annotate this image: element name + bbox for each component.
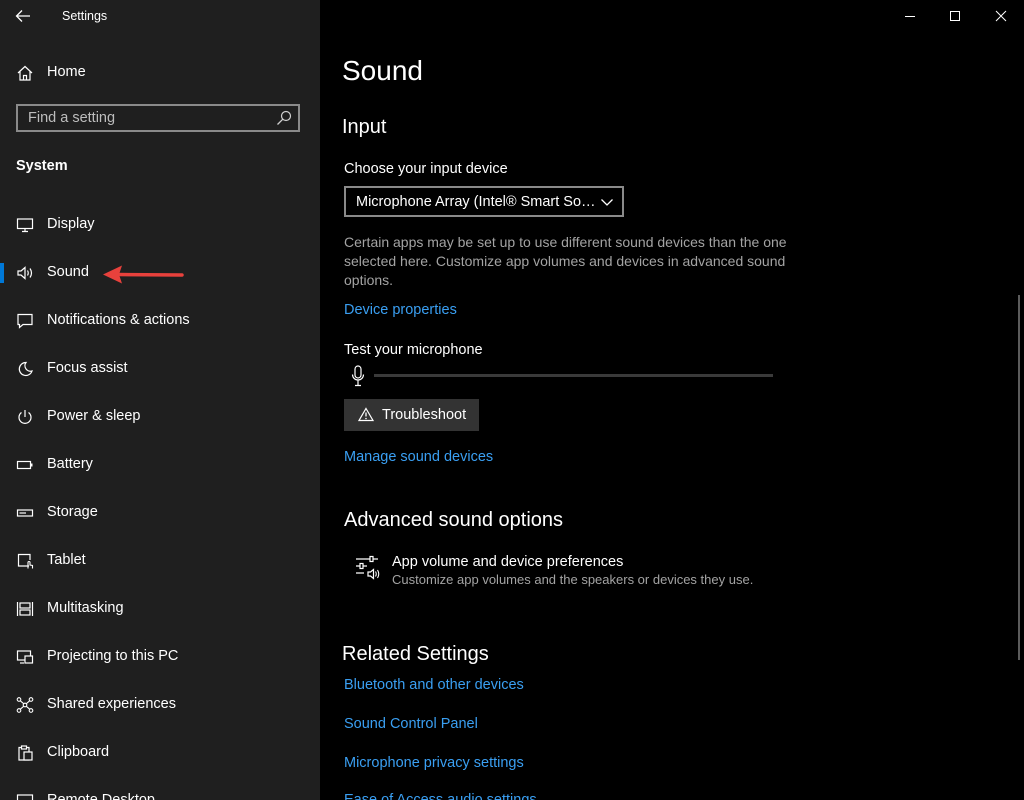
app-title: Settings bbox=[62, 9, 108, 23]
display-icon bbox=[16, 218, 34, 233]
projecting-icon bbox=[16, 650, 34, 664]
test-microphone-label: Test your microphone bbox=[344, 342, 483, 358]
close-button[interactable] bbox=[978, 0, 1024, 32]
sidebar-item-label: Shared experiences bbox=[47, 696, 176, 712]
manage-sound-devices-link[interactable]: Manage sound devices bbox=[344, 449, 493, 465]
app-volume-preferences-description: Customize app volumes and the speakers o… bbox=[392, 572, 754, 587]
sidebar-item-clipboard[interactable]: Clipboard bbox=[0, 733, 320, 773]
sidebar-item-label: Tablet bbox=[47, 552, 86, 568]
sidebar-item-label: Notifications & actions bbox=[47, 312, 190, 328]
sidebar-item-projecting[interactable]: Projecting to this PC bbox=[0, 637, 320, 677]
sound-icon bbox=[17, 266, 33, 280]
main-content: Sound Input Choose your input device Mic… bbox=[320, 0, 1024, 800]
sound-control-panel-link[interactable]: Sound Control Panel bbox=[344, 716, 478, 732]
home-icon bbox=[17, 65, 33, 81]
remote-desktop-icon bbox=[16, 794, 34, 800]
sidebar: Settings Home System Display Sound bbox=[0, 0, 320, 800]
minimize-icon bbox=[905, 16, 915, 17]
sidebar-item-label: Remote Desktop bbox=[47, 792, 155, 800]
sidebar-item-label: Battery bbox=[47, 456, 93, 472]
choose-input-label: Choose your input device bbox=[344, 161, 508, 177]
tablet-icon bbox=[17, 553, 34, 569]
sidebar-item-remote-desktop[interactable]: Remote Desktop bbox=[0, 781, 320, 800]
input-description: Certain apps may be set up to use differ… bbox=[344, 234, 787, 288]
microphone-privacy-link[interactable]: Microphone privacy settings bbox=[344, 755, 524, 771]
sidebar-item-shared-experiences[interactable]: Shared experiences bbox=[0, 685, 320, 725]
troubleshoot-button[interactable]: Troubleshoot bbox=[344, 399, 479, 431]
device-properties-link[interactable]: Device properties bbox=[344, 302, 457, 318]
advanced-sound-heading: Advanced sound options bbox=[344, 509, 564, 531]
related-settings-heading: Related Settings bbox=[342, 643, 489, 665]
clipboard-icon bbox=[18, 745, 33, 761]
maximize-icon bbox=[950, 11, 960, 21]
sidebar-item-tablet[interactable]: Tablet bbox=[0, 541, 320, 581]
input-device-value: Microphone Array (Intel® Smart So… bbox=[356, 194, 596, 210]
sidebar-item-label: Projecting to this PC bbox=[47, 648, 179, 664]
sidebar-item-label: Power & sleep bbox=[47, 408, 141, 424]
minimize-button[interactable] bbox=[887, 0, 933, 32]
warning-icon bbox=[358, 407, 374, 422]
input-heading: Input bbox=[342, 116, 387, 138]
sidebar-item-label: Sound bbox=[47, 264, 89, 280]
shared-experiences-icon bbox=[16, 697, 34, 713]
multitasking-icon bbox=[16, 602, 34, 616]
maximize-button[interactable] bbox=[932, 0, 978, 32]
annotation-arrow-icon bbox=[103, 265, 184, 284]
app-volume-preferences-icon[interactable] bbox=[355, 555, 381, 581]
search-box[interactable] bbox=[16, 104, 300, 132]
page-title: Sound bbox=[342, 55, 423, 86]
power-icon bbox=[18, 410, 32, 424]
storage-icon bbox=[16, 509, 34, 517]
app-volume-preferences-link[interactable]: App volume and device preferences bbox=[392, 554, 623, 570]
sidebar-item-label: Home bbox=[47, 64, 86, 80]
sidebar-item-label: Display bbox=[47, 216, 95, 232]
back-arrow-icon bbox=[15, 10, 30, 22]
scrollbar[interactable] bbox=[1018, 295, 1020, 660]
sidebar-item-home[interactable]: Home bbox=[0, 53, 320, 93]
moon-icon bbox=[18, 361, 33, 377]
battery-icon bbox=[16, 460, 33, 470]
bluetooth-devices-link[interactable]: Bluetooth and other devices bbox=[344, 677, 524, 693]
input-device-select[interactable]: Microphone Array (Intel® Smart So… bbox=[344, 186, 624, 217]
sidebar-item-label: Clipboard bbox=[47, 744, 110, 760]
ease-of-access-audio-link[interactable]: Ease of Access audio settings bbox=[344, 792, 537, 800]
section-label-system: System bbox=[16, 158, 68, 174]
sidebar-item-label: Multitasking bbox=[47, 600, 124, 616]
sidebar-item-storage[interactable]: Storage bbox=[0, 493, 320, 533]
sidebar-item-focus-assist[interactable]: Focus assist bbox=[0, 349, 320, 389]
close-icon bbox=[995, 10, 1007, 22]
chevron-down-icon bbox=[601, 199, 613, 206]
notifications-icon bbox=[17, 313, 33, 329]
microphone-level-meter bbox=[374, 374, 773, 377]
selected-indicator bbox=[0, 263, 4, 283]
sidebar-item-display[interactable]: Display bbox=[0, 205, 320, 245]
sidebar-item-notifications[interactable]: Notifications & actions bbox=[0, 301, 320, 341]
sidebar-item-label: Focus assist bbox=[47, 360, 128, 376]
troubleshoot-label: Troubleshoot bbox=[382, 407, 467, 423]
sidebar-item-multitasking[interactable]: Multitasking bbox=[0, 589, 320, 629]
sidebar-item-power-sleep[interactable]: Power & sleep bbox=[0, 397, 320, 437]
sidebar-item-label: Storage bbox=[47, 504, 98, 520]
sidebar-item-battery[interactable]: Battery bbox=[0, 445, 320, 485]
search-icon[interactable] bbox=[276, 110, 292, 126]
search-input[interactable] bbox=[18, 106, 278, 130]
microphone-icon bbox=[351, 365, 365, 387]
back-button[interactable] bbox=[8, 2, 38, 30]
